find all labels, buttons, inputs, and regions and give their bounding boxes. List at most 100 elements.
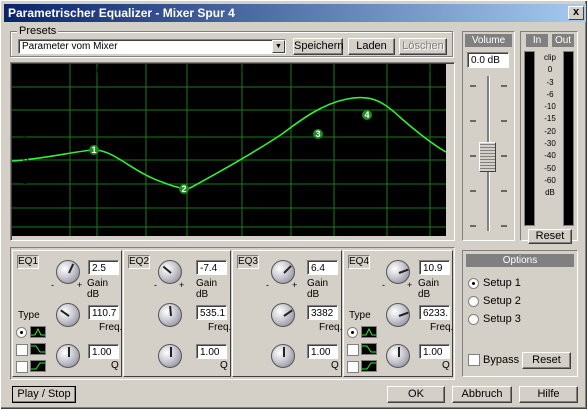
band-point-3-label: 3 — [315, 129, 320, 139]
freq-label: Freq. — [99, 322, 123, 333]
minus-label: - — [154, 280, 157, 290]
db-label: -5 — [19, 176, 28, 187]
meter-scale-label: -3 — [546, 77, 554, 87]
ok-button[interactable]: OK — [387, 386, 445, 403]
db-label: 10 — [19, 114, 31, 125]
low-shelf-icon — [30, 343, 46, 355]
type-label: Type — [349, 310, 371, 321]
meter-in-bar — [524, 51, 535, 226]
q-knob[interactable] — [271, 344, 295, 368]
freq-knob[interactable] — [158, 303, 182, 327]
eq-band-1-header: EQ1 — [17, 255, 39, 269]
freq-label: Freq. — [430, 322, 454, 333]
type-radio-shelf-low[interactable] — [16, 344, 28, 356]
response-curve — [11, 96, 447, 190]
frequency-response-graph[interactable]: 1 2 3 4 — [11, 64, 447, 236]
freq-label-10khz: 10 KHz — [405, 66, 438, 77]
minus-label: - — [51, 280, 54, 290]
gain-field[interactable]: 6.4 — [307, 260, 338, 275]
freq-field[interactable]: 110.7 — [88, 305, 119, 320]
freq-label-1khz: 1 KHz — [223, 66, 251, 77]
plus-label: + — [292, 280, 298, 290]
q-knob[interactable] — [158, 344, 182, 368]
peak-filter-icon — [30, 326, 46, 338]
freq-field[interactable]: 535.1 — [196, 305, 227, 320]
gain-field[interactable]: 10.9 — [419, 260, 450, 275]
meter-scale-label: -15 — [544, 114, 556, 124]
eq-band-3: EQ3 - + 6.4 Gain dB 3382 Freq. 1.00 Q — [232, 250, 342, 377]
meter-scale-label: clip — [543, 53, 556, 62]
meter-out-label: Out — [552, 34, 574, 47]
freq-knob[interactable] — [386, 303, 410, 327]
setup-1-label[interactable]: Setup 1 — [483, 277, 521, 289]
plus-label: + — [77, 280, 83, 290]
gain-field[interactable]: -7.4 — [196, 260, 227, 275]
type-radio-peak[interactable] — [16, 327, 27, 338]
freq-label: Freq. — [319, 322, 343, 333]
meter-scale-label: -50 — [544, 163, 556, 173]
equalizer-window: Parametrischer Equalizer - Mixer Spur 4 … — [0, 0, 588, 410]
q-label: Q — [111, 360, 119, 371]
meter-scale-label: 0 — [547, 65, 553, 75]
band-point-1-label: 1 — [91, 145, 96, 155]
delete-preset-button[interactable]: Löschen — [399, 38, 447, 55]
bypass-checkbox[interactable] — [468, 354, 480, 366]
eq-band-2: EQ2 - + -7.4 Gain dB 535.1 Freq. 1.00 Q — [123, 250, 231, 377]
setup-1-radio[interactable] — [468, 278, 479, 289]
meter-reset-button[interactable]: Reset — [528, 229, 572, 244]
help-button[interactable]: Hilfe — [519, 386, 578, 403]
volume-value-field[interactable]: 0.0 dB — [467, 52, 509, 68]
freq-knob[interactable] — [271, 303, 295, 327]
meter-scale-label: -30 — [544, 139, 556, 149]
type-radio-shelf-high[interactable] — [347, 361, 359, 373]
eq-band-3-header: EQ3 — [237, 255, 259, 269]
freq-label-100hz: 100 Hz — [91, 66, 123, 77]
freq-field[interactable]: 6233. — [419, 305, 450, 320]
eq-band-4-header: EQ4 — [348, 255, 370, 269]
peak-filter-icon — [361, 326, 377, 338]
preset-selected: Parameter vom Mixer — [22, 41, 118, 52]
chevron-down-icon[interactable]: ▼ — [272, 40, 285, 53]
db-label: 5 — [23, 134, 29, 145]
meter-scale: clip 0 -3 -6 -10 -15 -20 -30 -40 -50 -60… — [537, 52, 563, 200]
q-field[interactable]: 1.00 — [307, 344, 338, 359]
q-label: Q — [220, 360, 228, 371]
setup-2-label[interactable]: Setup 2 — [483, 295, 521, 307]
meter-out-bar — [563, 51, 574, 226]
minus-label: - — [382, 280, 385, 290]
meter-in-label: In — [526, 34, 548, 47]
cancel-button[interactable]: Abbruch — [452, 386, 512, 403]
meter-scale-label: -20 — [544, 126, 556, 136]
meter-scale-label: -60 — [544, 175, 556, 185]
type-radio-shelf-high[interactable] — [16, 361, 28, 373]
play-stop-button[interactable]: Play / Stop — [12, 386, 76, 403]
q-knob[interactable] — [56, 344, 80, 368]
q-knob[interactable] — [386, 344, 410, 368]
volume-slider-thumb[interactable] — [479, 142, 496, 172]
q-label: Q — [331, 360, 339, 371]
freq-knob[interactable] — [56, 303, 80, 327]
preset-dropdown[interactable]: Parameter vom Mixer ▼ — [18, 39, 286, 54]
q-field[interactable]: 1.00 — [196, 344, 227, 359]
type-label: Type — [18, 310, 40, 321]
db-label: -15 — [15, 218, 30, 229]
close-button[interactable]: x — [568, 6, 584, 20]
save-preset-button[interactable]: Speichern — [293, 38, 344, 55]
q-field[interactable]: 1.00 — [419, 344, 450, 359]
bypass-label[interactable]: Bypass — [483, 354, 519, 366]
low-shelf-icon — [361, 343, 377, 355]
type-radio-shelf-low[interactable] — [347, 344, 359, 356]
q-field[interactable]: 1.00 — [88, 344, 119, 359]
type-radio-peak[interactable] — [347, 327, 358, 338]
setup-2-radio[interactable] — [468, 296, 479, 307]
gain-field[interactable]: 2.5 — [88, 260, 119, 275]
presets-label: Presets — [17, 25, 59, 37]
setup-3-radio[interactable] — [468, 314, 479, 325]
freq-field[interactable]: 3382 — [307, 305, 338, 320]
meter-scale-label: -6 — [546, 89, 554, 99]
options-reset-button[interactable]: Reset — [522, 352, 571, 369]
load-preset-button[interactable]: Laden — [348, 38, 395, 55]
plus-label: + — [179, 280, 185, 290]
setup-3-label[interactable]: Setup 3 — [483, 313, 521, 325]
response-curve-svg: 1 2 3 4 — [11, 64, 447, 236]
